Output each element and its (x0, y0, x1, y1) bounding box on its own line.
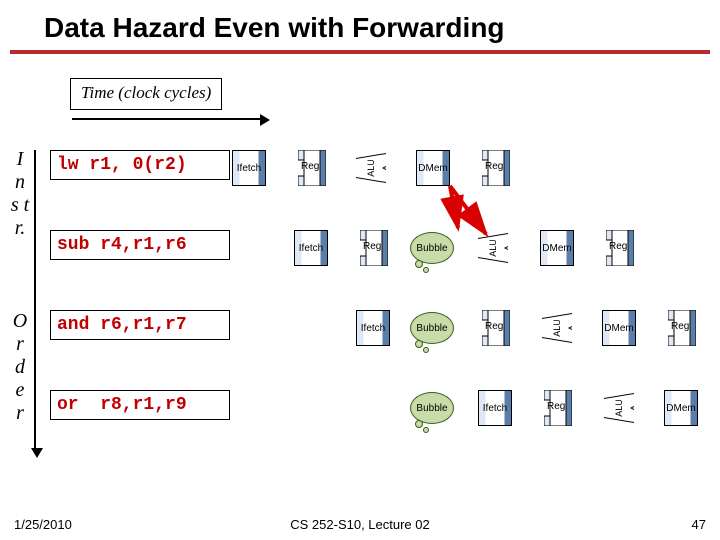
footer-course: CS 252-S10, Lecture 02 (290, 517, 429, 532)
stage-reg: Reg (482, 310, 510, 346)
stage-ifetch: Ifetch (356, 310, 390, 346)
stage-bubble: Bubble (410, 392, 454, 424)
footer-page-number: 47 (692, 517, 706, 532)
stage-reg: Reg (668, 310, 696, 346)
stage-reg: Reg (360, 230, 388, 266)
instruction-sub: sub r4,r1,r6 (50, 230, 230, 260)
stage-ifetch: Ifetch (478, 390, 512, 426)
y-axis-instr-label: I n s t r. (10, 148, 30, 240)
stage-reg: Reg (482, 150, 510, 186)
stage-bubble: Bubble (410, 312, 454, 344)
stage-dmem: DMem (664, 390, 698, 426)
slide-title: Data Hazard Even with Forwarding (0, 0, 720, 50)
stage-alu: ALU (604, 390, 634, 426)
stage-alu: ALU (478, 230, 508, 266)
stage-ifetch: Ifetch (294, 230, 328, 266)
instruction-and: and r6,r1,r7 (50, 310, 230, 340)
stage-dmem: DMem (540, 230, 574, 266)
instruction-lw: lw r1, 0(r2) (50, 150, 230, 180)
stage-reg: Reg (544, 390, 572, 426)
footer-date: 1/25/2010 (14, 517, 72, 532)
instr-order-arrow (34, 150, 36, 450)
instruction-or: or r8,r1,r9 (50, 390, 230, 420)
stage-alu: ALU (356, 150, 386, 186)
stage-dmem: DMem (416, 150, 450, 186)
time-axis-label: Time (clock cycles) (70, 78, 222, 110)
stage-ifetch: Ifetch (232, 150, 266, 186)
y-axis-order-label: O r d e r (10, 310, 30, 425)
stage-dmem: DMem (602, 310, 636, 346)
stage-bubble: Bubble (410, 232, 454, 264)
time-arrow (72, 118, 262, 120)
stage-reg: Reg (606, 230, 634, 266)
stage-reg: Reg (298, 150, 326, 186)
title-underline (10, 50, 710, 54)
stage-alu: ALU (542, 310, 572, 346)
